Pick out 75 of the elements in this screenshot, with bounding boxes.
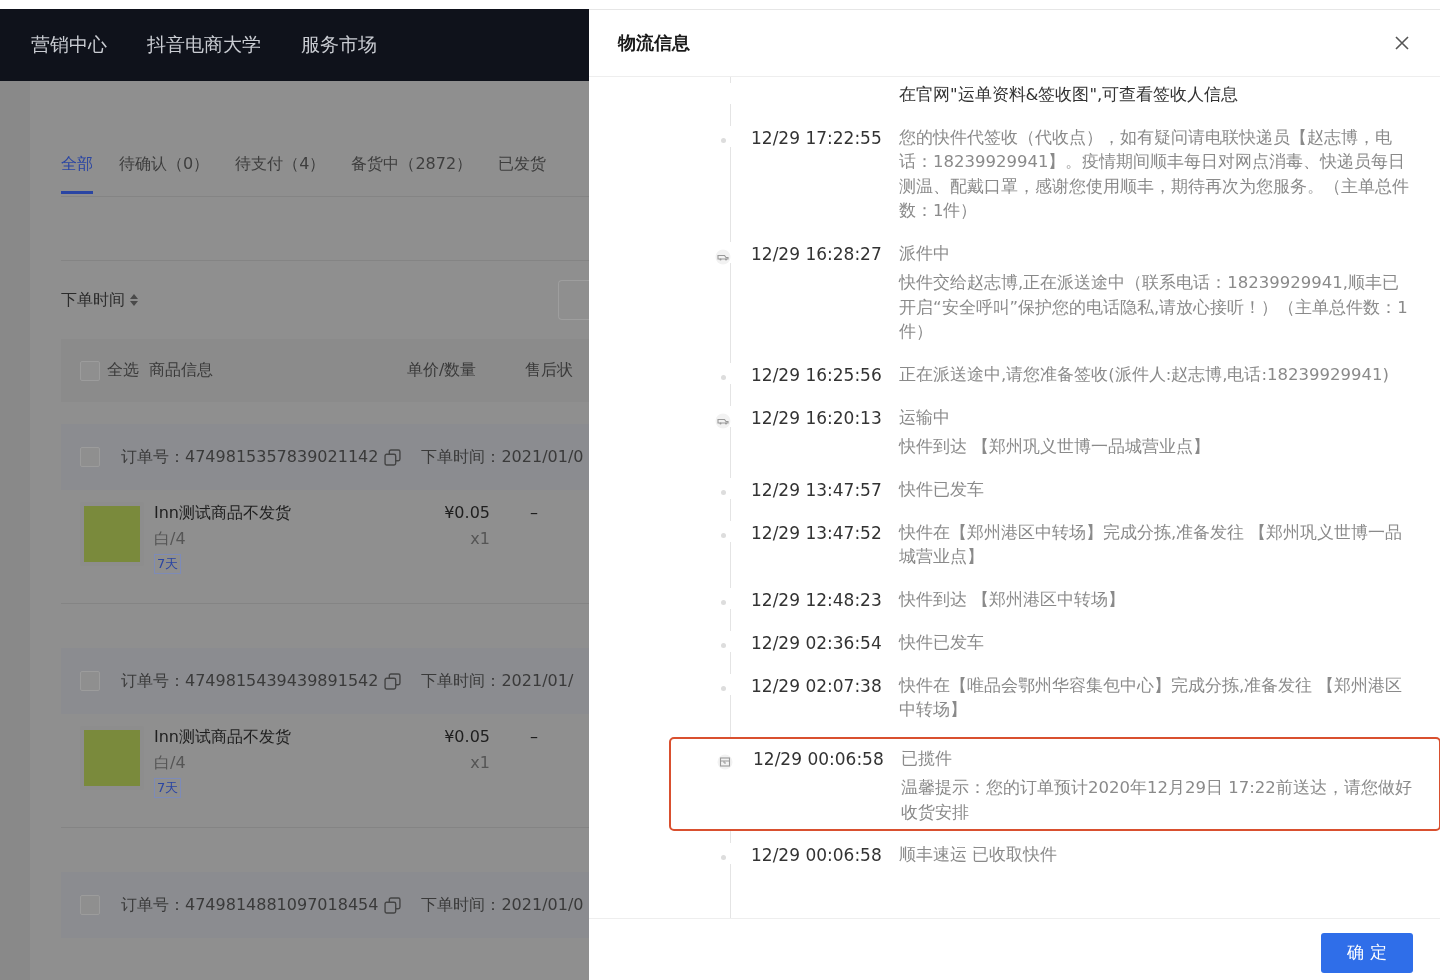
quantity: x1 bbox=[470, 752, 490, 774]
order-number: 订单号：4749815439439891542 bbox=[121, 670, 379, 692]
nav-link[interactable]: 抖音电商大学 bbox=[147, 32, 261, 58]
event-time: 12/29 13:47:57 bbox=[751, 479, 882, 500]
nav-link[interactable]: 服务市场 bbox=[301, 32, 377, 58]
event-detail: 快件到达 【郑州巩义世博一品城营业点】 bbox=[899, 436, 1212, 458]
vehicle-icon bbox=[715, 412, 731, 429]
order-tab[interactable]: 待确认（0） bbox=[119, 144, 210, 194]
copy-icon[interactable] bbox=[384, 896, 402, 914]
event-time: 12/29 00:06:58 bbox=[753, 748, 884, 769]
order-time: 下单时间：2021/01/ bbox=[421, 670, 574, 692]
return-tag: 7天 bbox=[154, 554, 182, 574]
column-header: 售后状 bbox=[525, 360, 573, 381]
event-status: 运输中 bbox=[899, 406, 951, 429]
event-time: 12/29 00:06:58 bbox=[751, 845, 882, 865]
return-tag: 7天 bbox=[154, 778, 182, 798]
drawer-title: 物流信息 bbox=[618, 31, 690, 55]
timeline-dot bbox=[720, 855, 726, 860]
vehicle-icon bbox=[715, 248, 731, 265]
event-time: 12/29 13:47:52 bbox=[751, 522, 882, 543]
timeline-dot bbox=[720, 642, 726, 648]
event-detail: 快件已发车 bbox=[899, 631, 985, 654]
sort-label[interactable]: 下单时间 bbox=[61, 289, 125, 311]
confirm-button[interactable]: 确 定 bbox=[1321, 932, 1413, 973]
event-status: 派件中 bbox=[899, 242, 951, 265]
order-tab[interactable]: 已发货 bbox=[498, 144, 547, 194]
close-icon[interactable] bbox=[1395, 36, 1409, 50]
order-number: 订单号：4749814881097018454 bbox=[121, 894, 379, 916]
column-header: 商品信息 bbox=[149, 360, 214, 381]
quantity: x1 bbox=[470, 528, 490, 550]
order-number: 订单号：4749815357839021142 bbox=[121, 446, 379, 468]
event-time: 12/29 16:20:13 bbox=[751, 407, 882, 428]
timeline-dot bbox=[720, 374, 726, 380]
after-sale-status: – bbox=[530, 502, 538, 524]
sort-icon[interactable] bbox=[130, 294, 138, 306]
order-tab[interactable]: 备货中（2872） bbox=[351, 144, 473, 194]
select-all-label: 全选 bbox=[107, 360, 139, 381]
event-detail: 正在派送途中,请您准备签收(派件人:赵志博,电话:18239929941) bbox=[899, 363, 1390, 386]
timeline-dot bbox=[720, 685, 726, 691]
event-time: 12/29 12:48:23 bbox=[751, 589, 882, 610]
event-detail: 您的快件代签收（代收点），如有疑问请电联快递员【赵志博，电话：18239929941】。疫情期间顺丰每日对网点消毒、快递员每日测温、配戴口罩，感谢您使用顺丰，期待再次为您服务。（主单总件数：1件） bbox=[899, 126, 1410, 222]
unit-price: ¥0.05 bbox=[444, 726, 490, 748]
event-detail: 在官网"运单资料&签收图",可查看签收人信息 bbox=[899, 84, 1240, 106]
product-name[interactable]: Inn测试商品不发货 bbox=[154, 502, 291, 524]
product-spec: 白/4 bbox=[154, 752, 186, 774]
timeline-dot bbox=[720, 532, 726, 538]
event-detail: 快件在【唯品会鄂州华容集包中心】完成分拣,准备发往 【郑州港区中转场】 bbox=[899, 674, 1404, 721]
package-icon bbox=[717, 753, 733, 770]
column-header: 单价/数量 bbox=[407, 360, 478, 381]
unit-price: ¥0.05 bbox=[444, 502, 490, 524]
event-detail: 快件在【郑州港区中转场】完成分拣,准备发往 【郑州巩义世博一品城营业点】 bbox=[899, 521, 1404, 568]
copy-icon[interactable] bbox=[384, 672, 402, 690]
product-name[interactable]: Inn测试商品不发货 bbox=[154, 726, 291, 748]
event-time: 12/29 16:28:27 bbox=[751, 243, 882, 264]
order-time: 下单时间：2021/01/0 bbox=[421, 894, 584, 916]
event-time: 12/29 02:07:38 bbox=[751, 675, 882, 696]
event-detail: 快件交给赵志博,正在派送途中（联系电话：18239929941,顺丰已开启“安全呼叫”保护您的电话隐私,请放心接听！）（主单总件数：1件） bbox=[899, 272, 1409, 343]
event-time: 12/29 17:22:55 bbox=[751, 127, 882, 148]
after-sale-status: – bbox=[530, 726, 538, 748]
event-time: 12/29 02:36:54 bbox=[751, 632, 882, 653]
event-detail: 顺丰速运 已收取快件 bbox=[899, 844, 1059, 866]
event-detail: 快件已发车 bbox=[899, 478, 985, 501]
event-time: 12/29 16:25:56 bbox=[751, 364, 882, 385]
timeline-dot bbox=[720, 489, 726, 495]
event-status: 已揽件 bbox=[901, 747, 953, 770]
nav-link[interactable]: 营销中心 bbox=[31, 32, 107, 58]
event-detail: 快件到达 【郑州港区中转场】 bbox=[899, 588, 1127, 611]
timeline-dot bbox=[720, 137, 726, 143]
order-tab[interactable]: 全部 bbox=[61, 144, 93, 194]
order-time: 下单时间：2021/01/0 bbox=[421, 446, 584, 468]
event-detail: 温馨提示：您的订单预计2020年12月29日 17:22前送达，请您做好收货安排 bbox=[901, 777, 1413, 824]
order-tab[interactable]: 待支付（4） bbox=[235, 144, 326, 194]
timeline-dot bbox=[720, 599, 726, 605]
copy-icon[interactable] bbox=[384, 448, 402, 466]
product-spec: 白/4 bbox=[154, 528, 186, 550]
